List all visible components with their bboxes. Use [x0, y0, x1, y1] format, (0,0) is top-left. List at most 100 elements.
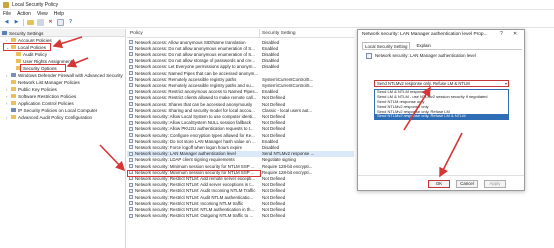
forward-icon[interactable]: ▶: [13, 19, 20, 26]
row-security-setting: Require 128-bit encrypti...: [262, 163, 313, 169]
tab-explain[interactable]: Explain: [414, 42, 432, 49]
toolbar: ◀ ▶ ✕ ?: [0, 18, 554, 28]
up-folder-icon[interactable]: [27, 20, 34, 25]
policy-row-icon: [129, 64, 133, 69]
authentication-level-dropdown[interactable]: Send NTLMv2 response only. Refuse LM & N…: [374, 80, 509, 87]
tree-item-label: Audit Policy: [23, 51, 48, 57]
row-security-setting: Send NTLMv2 response ...: [262, 151, 314, 157]
tree-item-network-list-manager[interactable]: Network List Manager Policies: [6, 79, 80, 85]
ok-button[interactable]: OK: [428, 180, 450, 188]
row-policy-name: Network security: Configure encryption t…: [135, 132, 255, 138]
tree-item-label: Security Settings: [9, 30, 44, 36]
expand-icon[interactable]: ›: [6, 115, 10, 120]
column-header-policy[interactable]: Policy: [130, 31, 143, 36]
app-icon: [3, 1, 9, 8]
dropdown-option-highlighted[interactable]: Send NTLMv2 response only. Refuse LM & N…: [375, 114, 508, 120]
tree-item-public-key-policies[interactable]: › Public Key Policies: [6, 86, 57, 92]
row-security-setting: Not Defined: [262, 95, 286, 101]
row-security-setting: Not Defined: [262, 175, 286, 181]
row-policy-name: Network security: Allow Local System to …: [135, 113, 256, 119]
row-security-setting: Not Defined: [262, 213, 286, 219]
expand-icon[interactable]: ›: [6, 94, 10, 99]
row-policy-name: Network security: Restrict NTLM: Incomin…: [135, 200, 244, 206]
tab-local-security-setting[interactable]: Local Security Setting: [362, 42, 411, 49]
menu-action[interactable]: Action: [17, 11, 31, 17]
window-title: Local Security Policy: [12, 1, 59, 8]
title-bar: Local Security Policy: [0, 0, 554, 10]
expand-icon[interactable]: ›: [6, 73, 10, 78]
apply-button[interactable]: Apply: [484, 180, 506, 188]
tree-item-security-settings[interactable]: Security Settings: [2, 30, 43, 36]
folder-icon: [11, 38, 16, 42]
row-security-setting: Disabled: [262, 144, 280, 150]
policy-row-icon: [129, 114, 133, 119]
row-security-setting: Enabled: [262, 45, 279, 51]
back-icon[interactable]: ◀: [3, 19, 10, 26]
folder-icon: [11, 87, 16, 91]
row-security-setting: System\CurrentControlS...: [262, 82, 314, 88]
help-icon[interactable]: ?: [67, 19, 74, 26]
row-security-setting: Not Defined: [262, 120, 286, 126]
properties-icon[interactable]: [57, 19, 64, 26]
table-row[interactable]: Network security: Restrict NTLM: Outgoin…: [127, 213, 354, 219]
row-policy-name: Network access: Sharing and security mod…: [135, 107, 255, 113]
delete-icon[interactable]: ✕: [47, 19, 54, 26]
expand-icon[interactable]: ›: [6, 38, 10, 43]
row-policy-name: Network security: Restrict NTLM: Audit I…: [135, 188, 256, 194]
policy-row-icon: [129, 133, 133, 137]
menu-bar: File Action View Help: [0, 10, 554, 18]
row-security-setting: Require 128-bit encrypti...: [262, 169, 313, 175]
column-divider[interactable]: [259, 29, 260, 38]
annotation-box-security-options: [20, 64, 66, 72]
cancel-button[interactable]: Cancel: [456, 180, 478, 188]
menu-view[interactable]: View: [37, 11, 48, 17]
policy-row-icon: [129, 157, 133, 162]
expand-icon[interactable]: ›: [6, 87, 10, 92]
folder-icon: [11, 101, 16, 105]
show-hide-tree-icon[interactable]: [37, 19, 44, 26]
row-policy-name: Network access: Let Everyone permissions…: [135, 64, 257, 70]
row-security-setting: Not Defined: [262, 200, 286, 206]
tree-item-label: IP Security Policies on Local Computer: [18, 107, 98, 113]
tree-item-software-restriction[interactable]: › Software Restriction Policies: [6, 93, 76, 99]
tree-item-ip-security[interactable]: IP Security Policies on Local Computer: [6, 107, 97, 113]
policy-row-icon: [129, 145, 133, 150]
row-policy-name: Network security: Minimum session securi…: [135, 163, 255, 169]
help-icon[interactable]: ?: [500, 31, 503, 37]
annotation-box-lan-manager-row: [127, 170, 261, 177]
policy-row-icon: [129, 120, 133, 125]
close-icon[interactable]: ✕: [513, 31, 517, 37]
row-policy-name: Network access: Do not allow anonymous e…: [135, 51, 255, 57]
tree-item-application-control[interactable]: › Application Control Policies: [6, 100, 74, 106]
row-security-setting: Not Defined: [262, 113, 286, 119]
column-header-security-setting[interactable]: Security Setting: [262, 31, 296, 36]
console-tree: Security Settings › Account Policies ⌄ L…: [0, 29, 126, 248]
policy-row-icon: [129, 108, 133, 113]
row-security-setting: System\CurrentControlS...: [262, 76, 314, 82]
expand-icon[interactable]: ›: [6, 101, 10, 106]
row-security-setting: Enabled: [262, 138, 279, 144]
policy-row-icon: [129, 95, 133, 100]
policy-row-icon: [129, 126, 133, 131]
tree-item-windows-defender-firewall[interactable]: › Windows Defender Firewall with Advance…: [6, 72, 123, 78]
row-security-setting: Disabled: [262, 64, 280, 70]
row-policy-name: Network security: Allow PKU2U authentica…: [135, 126, 254, 132]
tree-item-label: Advanced Audit Policy Configuration: [18, 114, 93, 120]
dialog-policy-name: Network security: LAN Manager authentica…: [375, 53, 476, 58]
tree-item-label: Account Policies: [18, 37, 52, 43]
chevron-down-icon[interactable]: ▾: [505, 81, 507, 86]
row-policy-name: Network access: Do not allow storage of …: [135, 58, 256, 64]
menu-file[interactable]: File: [3, 11, 11, 17]
menu-help[interactable]: Help: [54, 11, 64, 17]
policy-row-icon: [129, 213, 133, 218]
row-policy-name: Network security: Allow LocalSystem NULL…: [135, 120, 251, 126]
row-security-setting: Not Defined: [262, 101, 286, 107]
properties-dialog: Network security: LAN Manager authentica…: [357, 29, 525, 191]
tree-item-audit-policy[interactable]: Audit Policy: [16, 51, 47, 57]
tab-divider: [362, 49, 522, 50]
policy-row-icon: [129, 207, 133, 212]
row-policy-name: Network access: Named Pipes that can be …: [135, 70, 258, 76]
policy-row-icon: [129, 188, 133, 193]
policy-row-icon: [129, 195, 133, 199]
tree-item-advanced-audit[interactable]: › Advanced Audit Policy Configuration: [6, 114, 92, 120]
